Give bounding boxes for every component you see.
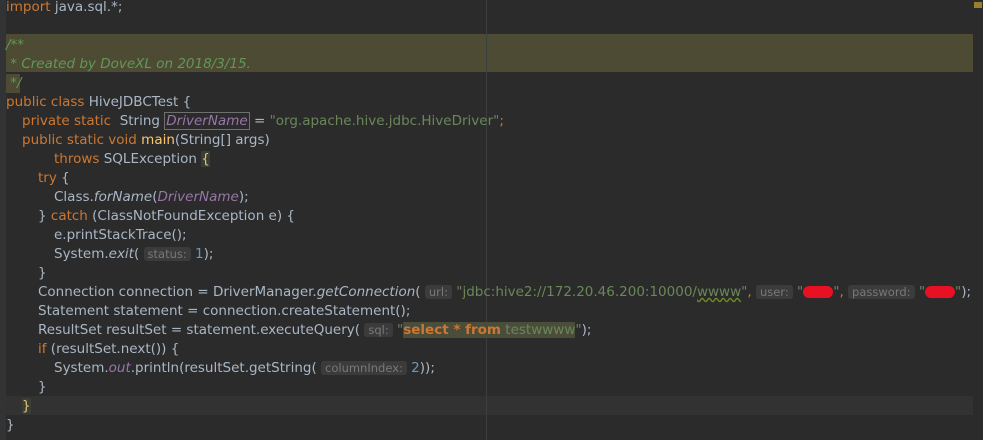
code-line-20: System.out.println(resultSet.getString( … — [54, 360, 435, 376]
redaction-mark — [803, 286, 834, 298]
code-line-1: import java.sql.*; — [6, 0, 123, 15]
editor-scrollbar[interactable] — [973, 0, 983, 440]
code-line-17: Statement statement = connection.createS… — [38, 303, 411, 319]
code-line-15: } — [38, 265, 47, 281]
code-line-22: } — [22, 398, 31, 414]
sql-keyword-highlight: select * from — [403, 322, 501, 338]
code-line-21: } — [38, 379, 47, 395]
param-hint-user: user: — [755, 285, 793, 299]
code-line-16: Connection connection = DriverManager.ge… — [38, 284, 972, 300]
param-hint-password: password: — [848, 285, 915, 299]
code-editor[interactable]: import java.sql.*; /** * Created by Dove… — [0, 0, 983, 440]
code-line-12: } catch (ClassNotFoundException e) { — [38, 208, 295, 224]
code-line-8: public static void main(String[] args) — [22, 132, 270, 148]
code-line-6: public class HiveJDBCTest { — [6, 94, 192, 110]
code-line-23: } — [6, 417, 15, 433]
code-line-18: ResultSet resultSet = statement.executeQ… — [38, 322, 592, 338]
param-hint-status: status: — [143, 247, 191, 261]
code-line-14: System.exit( status: 1); — [54, 246, 214, 262]
code-line-9: throws SQLException { — [54, 151, 210, 167]
param-hint-sql: sql: — [364, 323, 393, 337]
code-line-3: /** — [6, 37, 25, 53]
code-line-19: if (resultSet.next()) { — [38, 341, 180, 357]
warning-marker[interactable] — [974, 2, 982, 8]
code-line-11: Class.forName(DriverName); — [54, 189, 249, 205]
redaction-mark — [925, 286, 956, 298]
code-line-4: * Created by DoveXL on 2018/3/15. — [6, 56, 251, 72]
right-margin-guide — [486, 0, 487, 440]
code-line-7: private static String DriverName = "org.… — [22, 112, 504, 130]
code-line-13: e.printStackTrace(); — [54, 227, 187, 243]
current-line-highlight — [0, 396, 983, 415]
param-hint-columnindex: columnIndex: — [321, 361, 407, 375]
param-hint-url: url: — [424, 285, 452, 299]
code-line-10: try { — [38, 170, 70, 186]
code-line-5: */ — [6, 74, 22, 93]
